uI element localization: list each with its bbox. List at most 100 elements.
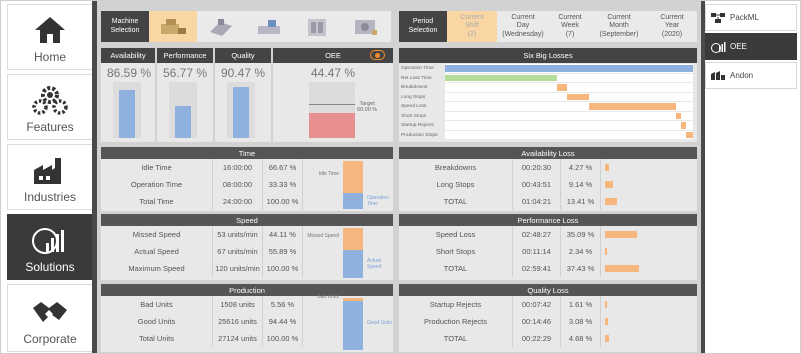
production-chart: Bad Units Good Units: [303, 293, 393, 352]
period-current-month[interactable]: Current Month (September): [591, 11, 647, 42]
nav-solutions[interactable]: Solutions: [7, 214, 93, 280]
nav-industries[interactable]: Industries: [7, 144, 93, 210]
row-value: 25616 units: [213, 313, 263, 330]
solutions-icon: [30, 224, 70, 256]
kpi-label: Availability: [101, 48, 155, 63]
nav-label: Features: [26, 120, 74, 134]
row-value: 16:00:00: [213, 159, 263, 176]
row-label: Operation Time: [101, 176, 213, 193]
nav-label: Home: [33, 50, 66, 64]
kpi-bar: [233, 87, 249, 138]
quality-loss-panel: Quality Loss Startup Rejects 00:07:42 1.61…: [399, 284, 697, 352]
nav-andon[interactable]: Andon: [705, 62, 797, 89]
loss-bar: [675, 112, 681, 119]
row-percent: 5.56 %: [263, 296, 303, 313]
period-current-day[interactable]: Current Day (Wednesday): [497, 11, 549, 42]
loss-row-background: [445, 130, 693, 139]
machine-1-button[interactable]: [149, 11, 197, 42]
period-current-week[interactable]: Current Week (7): [549, 11, 591, 42]
loss-bar: [605, 335, 609, 342]
stacked-bar-bottom: [343, 250, 363, 278]
target-value: 60.00 %: [357, 107, 378, 114]
oee-target-label: Target 60.00 %: [357, 101, 377, 113]
row-label: Bad Units: [101, 296, 213, 313]
row-value: 1508 units: [213, 296, 263, 313]
panel-title: Six Big Losses: [399, 48, 697, 63]
loss-bar-cell: [601, 296, 691, 313]
row-label: TOTAL: [399, 193, 513, 210]
loss-bar: [605, 231, 637, 238]
time-panel: Time Idle Time 16:00:00 66.67 % Operation T…: [101, 147, 393, 211]
loss-bar: [566, 93, 589, 100]
stacked-bar-bottom: [343, 301, 363, 350]
row-percent: 4.68 %: [561, 330, 601, 347]
row-value: 00:43:51: [513, 176, 561, 193]
handshake-icon: [30, 296, 70, 328]
period-line: (Wednesday): [502, 30, 544, 38]
period-line: Month: [609, 22, 629, 30]
availability-loss-table: Breakdowns 00:20:30 4.27 % Long Stops 00:43:…: [399, 159, 697, 210]
period-current-shift[interactable]: Current Shift (2): [447, 11, 497, 42]
row-label: TOTAL: [399, 260, 513, 277]
nav-packml[interactable]: PackML: [705, 4, 797, 31]
nav-features[interactable]: Features: [7, 74, 93, 140]
panel-title: Production: [101, 284, 393, 296]
loss-bar: [605, 198, 617, 205]
loss-category-label: Production Stops: [401, 132, 438, 138]
loss-bar: [605, 265, 639, 272]
row-label: Total Time: [101, 193, 213, 210]
production-panel: Production Bad Units 1508 units 5.56 % Good…: [101, 284, 393, 352]
loss-category-label: Short Stops: [401, 113, 427, 119]
stacked-label-top: Bad Units: [317, 293, 339, 300]
loss-category-label: Startup Rejects: [401, 123, 434, 128]
row-percent: 33.33 %: [263, 176, 303, 193]
row-label: Missed Speed: [101, 226, 213, 243]
loss-bar-cell: [601, 226, 691, 243]
speed-panel: Speed Missed Speed 53 units/min 44.11 % Act…: [101, 214, 393, 280]
kpi-label: Quality: [215, 48, 271, 63]
loss-bar: [680, 122, 686, 129]
app-window: Home Features Industries Solutions Corpo…: [0, 0, 801, 354]
kpi-label: OEE: [325, 51, 341, 60]
table-row: Breakdowns 00:20:30 4.27 %: [399, 159, 697, 176]
right-nav: PackML OEE Andon: [705, 4, 797, 91]
nav-corporate[interactable]: Corporate: [7, 284, 93, 352]
loss-bar: [685, 131, 694, 138]
stacked-label-bottom: Good Units: [367, 319, 393, 326]
period-line: Current: [607, 14, 631, 22]
row-percent: 66.67 %: [263, 159, 303, 176]
machine-3-button[interactable]: [245, 11, 293, 42]
machine-2-button[interactable]: [197, 11, 245, 42]
nav-label: Industries: [23, 190, 77, 204]
row-percent: 100.00 %: [263, 193, 303, 210]
speed-body: Missed Speed 53 units/min 44.11 % Actual Sp…: [101, 226, 393, 280]
loss-row-background: [445, 111, 693, 120]
row-label: Breakdowns: [399, 159, 513, 176]
row-percent: 55.89 %: [263, 243, 303, 260]
machine-1-icon: [161, 18, 186, 34]
row-value: 02:59:41: [513, 260, 561, 277]
stacked-bar-bottom: [343, 193, 363, 209]
loss-bar-cell: [601, 313, 691, 330]
nav-oee[interactable]: OEE: [705, 33, 797, 60]
row-label: Idle Time: [101, 159, 213, 176]
kpi-value: 86.59 %: [107, 66, 152, 80]
production-body: Bad Units 1508 units 5.56 % Good Units 25616…: [101, 293, 393, 352]
loss-category-label: Breakdowns: [401, 85, 428, 90]
table-row: TOTAL 01:04:21 13.41 %: [399, 193, 697, 210]
kpi-performance: Performance 56.77 %: [157, 48, 213, 142]
period-current-year[interactable]: Current Year (2020): [647, 11, 697, 42]
machine-5-button[interactable]: [341, 11, 389, 42]
table-row: Short Stops 00:11:14 2.34 %: [399, 243, 697, 260]
row-label: Production Rejects: [399, 313, 513, 330]
nav-label: Andon: [730, 71, 754, 80]
nav-label: OEE: [730, 42, 747, 51]
andon-icon: [711, 70, 725, 80]
nav-home[interactable]: Home: [7, 4, 93, 70]
machine-4-button[interactable]: [293, 11, 341, 42]
row-value: 00:20:30: [513, 159, 561, 176]
loss-bar: [445, 65, 693, 72]
left-nav: Home Features Industries Solutions Corpo…: [7, 4, 93, 352]
row-value: 00:14:46: [513, 313, 561, 330]
table-row: TOTAL 00:22:29 4.68 %: [399, 330, 697, 347]
